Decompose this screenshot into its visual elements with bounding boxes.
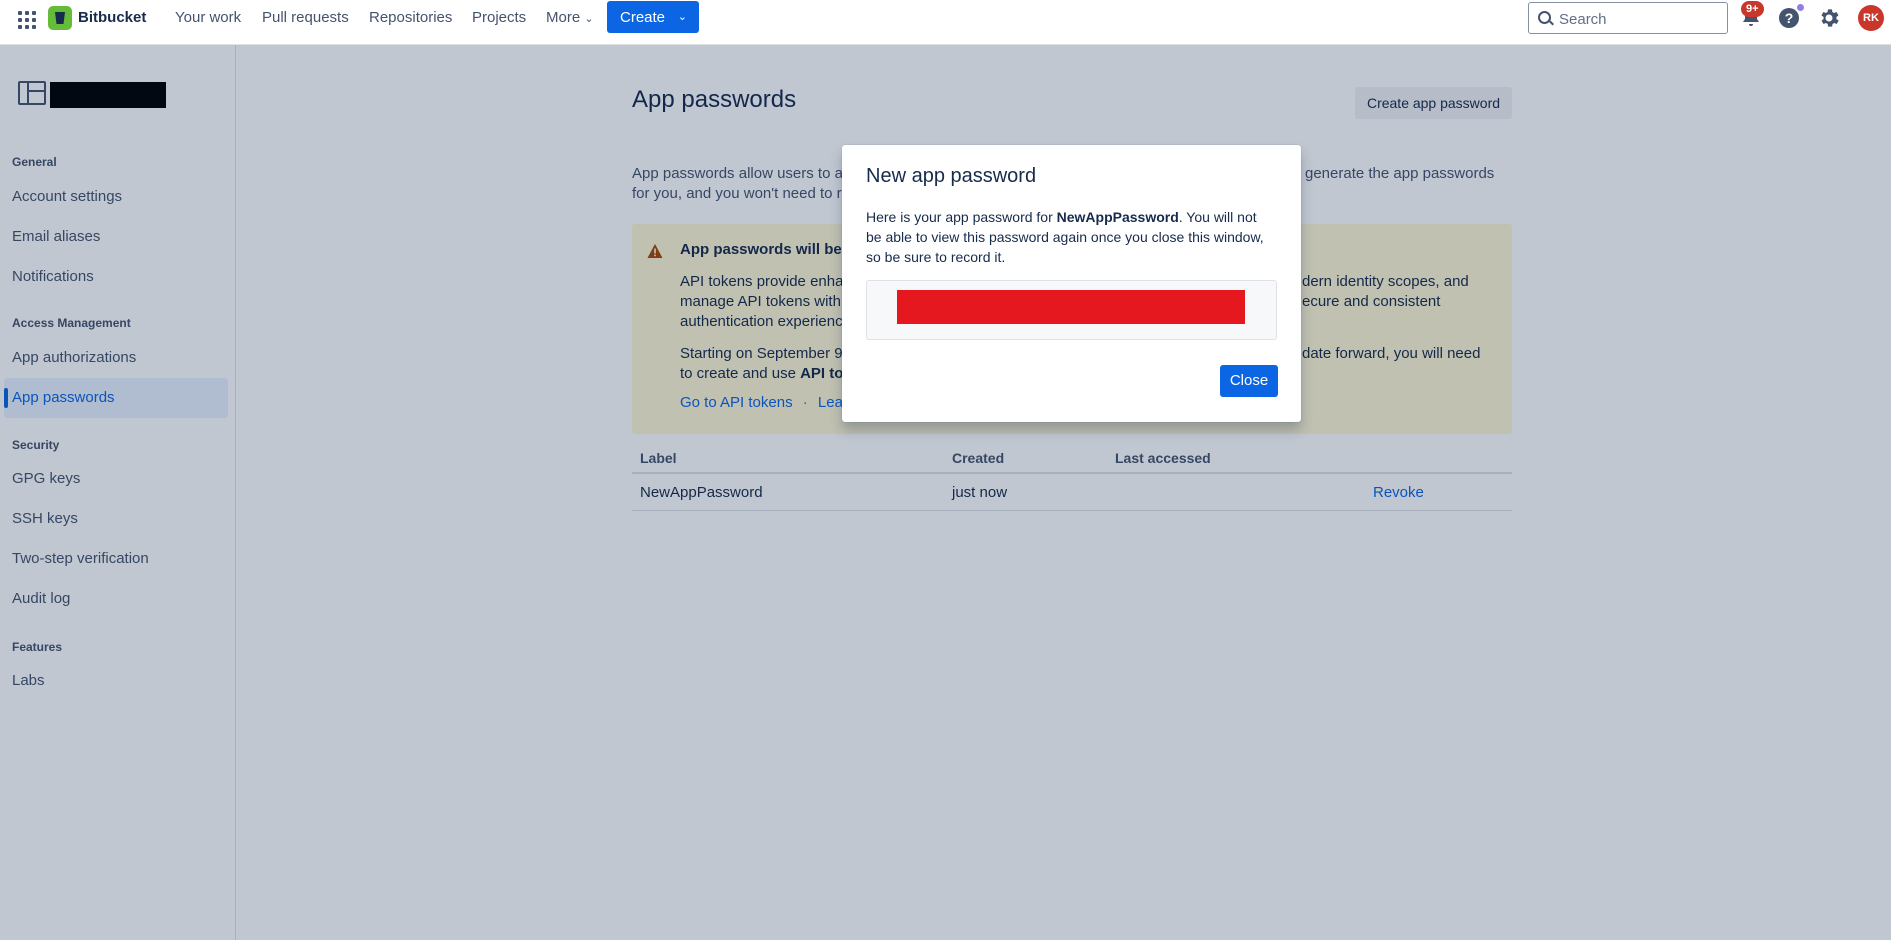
dialog-password-name: NewAppPassword (1056, 209, 1179, 225)
password-value-redacted[interactable] (897, 290, 1245, 324)
search-icon (1538, 11, 1551, 24)
new-app-password-dialog: New app password Here is your app passwo… (842, 145, 1301, 422)
nav-pull-requests[interactable]: Pull requests (262, 9, 349, 26)
app-switcher-icon[interactable] (16, 9, 36, 29)
chevron-down-icon: ⌄ (584, 13, 594, 25)
search-input[interactable] (1557, 8, 1721, 30)
top-navigation: Bitbucket Your work Pull requests Reposi… (0, 0, 1891, 45)
notification-badge: 9+ (1741, 1, 1764, 17)
brand-name[interactable]: Bitbucket (78, 9, 146, 26)
dialog-message: Here is your app password for NewAppPass… (866, 207, 1276, 267)
nav-more[interactable]: More ⌄ (546, 9, 594, 26)
dialog-text-before: Here is your app password for (866, 209, 1057, 225)
gear-icon[interactable] (1817, 6, 1841, 30)
create-button[interactable]: Create ⌄ (607, 1, 699, 33)
bitbucket-logo-icon[interactable] (48, 6, 72, 30)
dialog-title: New app password (866, 165, 1037, 187)
create-button-label: Create (620, 9, 666, 26)
nav-your-work[interactable]: Your work (175, 9, 241, 26)
nav-repositories[interactable]: Repositories (369, 9, 452, 26)
search-box[interactable] (1528, 2, 1728, 34)
avatar[interactable]: RK (1858, 5, 1884, 31)
nav-projects[interactable]: Projects (472, 9, 526, 26)
password-field[interactable] (866, 280, 1277, 340)
chevron-down-icon: ⌄ (677, 11, 687, 23)
close-button[interactable]: Close (1220, 365, 1278, 397)
nav-more-label: More (546, 9, 581, 26)
svg-text:?: ? (1785, 10, 1794, 26)
help-indicator-dot (1797, 4, 1804, 11)
